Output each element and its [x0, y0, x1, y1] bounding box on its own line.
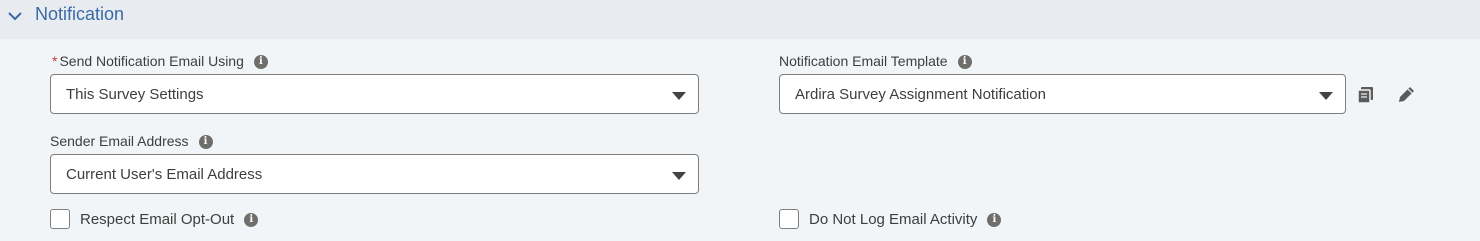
chevron-down-icon: [672, 92, 686, 100]
chevron-down-icon: [672, 172, 686, 180]
pencil-icon[interactable]: [1395, 84, 1417, 106]
log-activity-label-text: Do Not Log Email Activity: [809, 211, 978, 228]
log-activity-label: Do Not Log Email Activity i: [809, 211, 1002, 229]
info-icon[interactable]: i: [198, 135, 213, 150]
send-using-label: * Send Notification Email Using i: [52, 53, 268, 70]
template-select[interactable]: Ardira Survey Assignment Notification: [779, 74, 1346, 114]
template-label-text: Notification Email Template: [779, 53, 948, 69]
info-icon[interactable]: i: [253, 55, 268, 70]
log-activity-checkbox[interactable]: [779, 209, 799, 229]
opt-out-checkbox[interactable]: [50, 209, 70, 229]
sender-label: Sender Email Address i: [50, 133, 213, 150]
sender-label-text: Sender Email Address: [50, 133, 189, 149]
opt-out-label: Respect Email Opt-Out i: [80, 211, 259, 229]
template-value: Ardira Survey Assignment Notification: [795, 86, 1046, 103]
required-marker: *: [52, 53, 58, 69]
sender-select[interactable]: Current User's Email Address: [50, 154, 699, 194]
info-icon[interactable]: i: [244, 213, 259, 228]
section-header[interactable]: Notification: [0, 0, 1480, 39]
send-using-label-text: Send Notification Email Using: [59, 53, 244, 69]
send-using-select[interactable]: This Survey Settings: [50, 74, 699, 114]
template-label: Notification Email Template i: [779, 53, 972, 70]
opt-out-label-text: Respect Email Opt-Out: [80, 211, 235, 228]
section-title: Notification: [35, 4, 125, 24]
copy-icon[interactable]: [1355, 84, 1377, 106]
chevron-down-icon: [1319, 92, 1333, 100]
sender-value: Current User's Email Address: [66, 166, 263, 183]
info-icon[interactable]: i: [987, 213, 1002, 228]
send-using-value: This Survey Settings: [66, 86, 204, 103]
notification-panel: * Send Notification Email Using i This Sur…: [0, 39, 1480, 241]
info-icon[interactable]: i: [957, 55, 972, 70]
chevron-down-icon[interactable]: [6, 7, 24, 25]
